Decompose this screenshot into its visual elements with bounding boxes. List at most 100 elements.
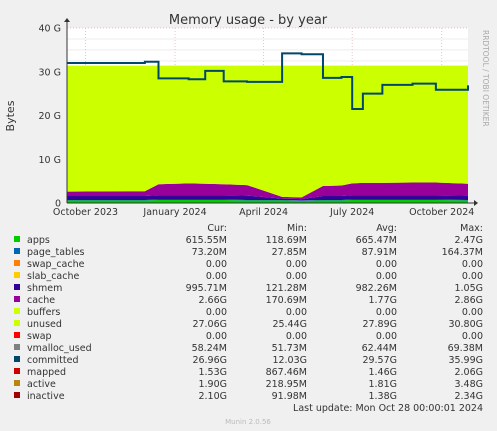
legend-avg-active: 1.81G bbox=[368, 379, 397, 390]
legend-max-committed: 35.99G bbox=[448, 355, 483, 366]
legend-max-mapped: 2.06G bbox=[454, 367, 483, 378]
legend-cur-active: 1.90G bbox=[198, 379, 227, 390]
legend-max-swap_cache: 0.00 bbox=[462, 259, 483, 270]
y-tick-label: 40 G bbox=[39, 24, 61, 35]
legend-swatch-unused bbox=[14, 320, 20, 326]
munin-version: Munin 2.0.56 bbox=[225, 418, 271, 426]
legend-max-inactive: 2.34G bbox=[454, 391, 483, 402]
legend-label-committed: committed bbox=[27, 355, 79, 366]
last-update: Last update: Mon Oct 28 00:00:01 2024 bbox=[293, 403, 483, 414]
legend-max-vmalloc_used: 69.38M bbox=[448, 343, 483, 354]
legend-cur-mapped: 1.53G bbox=[198, 367, 227, 378]
legend-avg-buffers: 0.00 bbox=[376, 307, 397, 318]
legend-label-mapped: mapped bbox=[27, 367, 66, 378]
legend-max-apps: 2.47G bbox=[454, 235, 483, 246]
legend-label-apps: apps bbox=[27, 235, 50, 246]
legend-min-shmem: 121.28M bbox=[266, 283, 307, 294]
legend-min-swap_cache: 0.00 bbox=[286, 259, 307, 270]
legend-avg-vmalloc_used: 62.44M bbox=[362, 343, 397, 354]
legend-max-active: 3.48G bbox=[454, 379, 483, 390]
legend-swatch-swap_cache bbox=[14, 260, 20, 266]
legend-avg-inactive: 1.38G bbox=[368, 391, 397, 402]
y-tick-label: 10 G bbox=[39, 155, 61, 166]
legend-cur-page_tables: 73.20M bbox=[192, 247, 227, 258]
legend-max-swap: 0.00 bbox=[462, 331, 483, 342]
stacked-areas bbox=[67, 65, 468, 203]
legend-swatch-page_tables bbox=[14, 248, 20, 254]
legend-max-cache: 2.86G bbox=[454, 295, 483, 306]
legend-swatch-mapped bbox=[14, 368, 20, 374]
legend-cur-apps: 615.55M bbox=[186, 235, 227, 246]
legend-cur-cache: 2.66G bbox=[198, 295, 227, 306]
legend-swatch-committed bbox=[14, 356, 20, 362]
legend-swatch-slab_cache bbox=[14, 272, 20, 278]
legend-cur-inactive: 2.10G bbox=[198, 391, 227, 402]
legend-label-inactive: inactive bbox=[27, 391, 65, 402]
legend-swatch-active bbox=[14, 380, 20, 386]
legend-cur-swap_cache: 0.00 bbox=[206, 259, 227, 270]
legend-swatch-vmalloc_used bbox=[14, 344, 20, 350]
legend-max-unused: 30.80G bbox=[448, 319, 483, 330]
legend-min-mapped: 867.46M bbox=[266, 367, 307, 378]
x-tick-label: January 2024 bbox=[142, 207, 206, 218]
legend-label-slab_cache: slab_cache bbox=[27, 271, 79, 282]
legend-cur-shmem: 995.71M bbox=[186, 283, 227, 294]
legend-min-inactive: 91.98M bbox=[272, 391, 307, 402]
legend-swatch-shmem bbox=[14, 284, 20, 290]
legend-cur-swap: 0.00 bbox=[206, 331, 227, 342]
y-tick-label: 30 G bbox=[39, 67, 61, 78]
legend: Cur: Min: Avg: Max: apps 615.55M 118.69M 665.47… bbox=[14, 223, 483, 402]
legend-label-page_tables: page_tables bbox=[27, 247, 85, 258]
legend-cur-committed: 26.96G bbox=[192, 355, 227, 366]
legend-avg-shmem: 982.26M bbox=[356, 283, 397, 294]
legend-label-swap: swap bbox=[27, 331, 52, 342]
legend-label-buffers: buffers bbox=[27, 307, 60, 318]
legend-header-avg: Avg: bbox=[376, 223, 397, 234]
x-axis-arrow bbox=[474, 200, 478, 206]
legend-avg-mapped: 1.46G bbox=[368, 367, 397, 378]
y-axis-arrow bbox=[64, 18, 70, 22]
legend-max-shmem: 1.05G bbox=[454, 283, 483, 294]
legend-avg-cache: 1.77G bbox=[368, 295, 397, 306]
legend-min-unused: 25.44G bbox=[272, 319, 307, 330]
legend-label-shmem: shmem bbox=[27, 283, 62, 294]
chart-title: Memory usage - by year bbox=[169, 13, 328, 28]
legend-avg-unused: 27.89G bbox=[362, 319, 397, 330]
legend-max-slab_cache: 0.00 bbox=[462, 271, 483, 282]
legend-min-buffers: 0.00 bbox=[286, 307, 307, 318]
x-tick-label: October 2024 bbox=[409, 207, 474, 218]
legend-min-cache: 170.69M bbox=[266, 295, 307, 306]
legend-avg-swap_cache: 0.00 bbox=[376, 259, 397, 270]
legend-min-active: 218.95M bbox=[266, 379, 307, 390]
legend-min-apps: 118.69M bbox=[266, 235, 307, 246]
legend-cur-unused: 27.06G bbox=[192, 319, 227, 330]
legend-header-max: Max: bbox=[460, 223, 483, 234]
legend-swatch-cache bbox=[14, 296, 20, 302]
rrdtool-watermark: RRDTOOL / TOBI OETIKER bbox=[481, 30, 490, 127]
legend-avg-page_tables: 87.91M bbox=[362, 247, 397, 258]
legend-min-slab_cache: 0.00 bbox=[286, 271, 307, 282]
legend-avg-committed: 29.57G bbox=[362, 355, 397, 366]
legend-swatch-apps bbox=[14, 236, 20, 242]
legend-max-page_tables: 164.37M bbox=[442, 247, 483, 258]
legend-header-cur: Cur: bbox=[207, 223, 227, 234]
legend-label-swap_cache: swap_cache bbox=[27, 259, 85, 270]
memory-usage-chart: Memory usage - by year Bytes RRDTOOL / T… bbox=[4, 13, 490, 426]
legend-swatch-inactive bbox=[14, 392, 20, 398]
legend-label-unused: unused bbox=[27, 319, 62, 330]
legend-avg-slab_cache: 0.00 bbox=[376, 271, 397, 282]
legend-avg-apps: 665.47M bbox=[356, 235, 397, 246]
legend-min-page_tables: 27.85M bbox=[272, 247, 307, 258]
legend-swatch-swap bbox=[14, 332, 20, 338]
legend-label-vmalloc_used: vmalloc_used bbox=[27, 343, 92, 354]
legend-header-min: Min: bbox=[287, 223, 307, 234]
legend-cur-buffers: 0.00 bbox=[206, 307, 227, 318]
x-tick-label: April 2024 bbox=[239, 207, 288, 218]
legend-max-buffers: 0.00 bbox=[462, 307, 483, 318]
legend-cur-slab_cache: 0.00 bbox=[206, 271, 227, 282]
legend-min-committed: 12.03G bbox=[272, 355, 307, 366]
legend-cur-vmalloc_used: 58.24M bbox=[192, 343, 227, 354]
x-tick-label: July 2024 bbox=[329, 207, 374, 218]
y-tick-label: 20 G bbox=[39, 111, 61, 122]
legend-swatch-buffers bbox=[14, 308, 20, 314]
